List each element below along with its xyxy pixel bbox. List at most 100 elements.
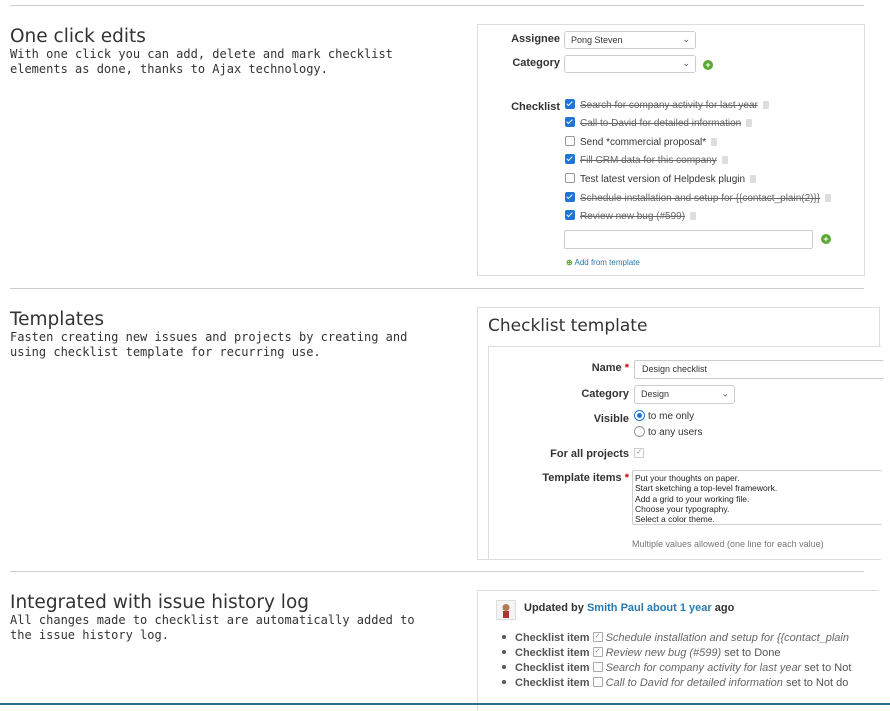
- entry-text: Schedule installation and setup for {{co…: [605, 632, 849, 644]
- checklist-label: Checklist: [511, 101, 560, 113]
- category-value: Design: [641, 389, 670, 399]
- checklist-checkbox[interactable]: [565, 210, 575, 221]
- history-entry: Checklist item Search for company activit…: [502, 662, 851, 674]
- history-entry: Checklist item Call to David for detailed…: [502, 677, 848, 689]
- add-category-icon[interactable]: +: [703, 60, 713, 70]
- trash-icon[interactable]: [746, 119, 753, 128]
- add-item-icon[interactable]: +: [821, 234, 831, 244]
- checklist-checkbox[interactable]: [565, 154, 575, 165]
- bullet: [502, 635, 506, 640]
- checklist-item: Search for company activity for last yea…: [565, 99, 769, 114]
- unchecked-icon: [592, 662, 603, 673]
- assignee-value: Pong Steven: [571, 35, 623, 45]
- template-item-line: Choose your typography.: [635, 503, 730, 514]
- trash-icon[interactable]: [762, 101, 769, 110]
- trash-icon[interactable]: [721, 156, 728, 165]
- required-mark: *: [624, 472, 629, 484]
- radio-unselected[interactable]: [634, 426, 645, 437]
- visible-option-any[interactable]: to any users: [634, 426, 702, 438]
- template-item-line: Add a grid to your working file.: [635, 493, 750, 504]
- all-projects-checkbox[interactable]: ✓: [634, 448, 644, 458]
- template-item-line: Start sketching a top-level framework.: [635, 483, 778, 494]
- all-projects-label: For all projects: [550, 448, 629, 460]
- chevron-down-icon: ⌄: [682, 34, 690, 45]
- category-select[interactable]: ⌄: [564, 55, 696, 73]
- section-desc-history: All changes made to checklist are automa…: [10, 613, 415, 642]
- add-from-template-label: Add from template: [574, 258, 640, 267]
- checklist-item-text: Test latest version of Helpdesk plugin: [580, 174, 746, 185]
- visible-label: Visible: [593, 413, 629, 425]
- section-title-templates: Templates: [10, 309, 105, 330]
- checklist-checkbox[interactable]: [565, 173, 575, 184]
- radio-selected[interactable]: [634, 410, 645, 421]
- entry-suffix: set to Not: [804, 662, 852, 674]
- required-mark: *: [624, 362, 629, 374]
- category-label: Category: [512, 57, 560, 69]
- checklist-item: Fill CRM data for this company: [565, 154, 728, 169]
- divider-top: [10, 5, 864, 6]
- entry-text: Review new bug (#599): [605, 647, 722, 659]
- assignee-select[interactable]: Pong Steven ⌄: [564, 31, 696, 49]
- category-label: Category: [581, 388, 629, 400]
- unchecked-icon: [592, 677, 603, 688]
- checklist-item: Schedule installation and setup for {{co…: [565, 192, 832, 207]
- visible-option-label: to me only: [648, 411, 695, 423]
- history-entry: Checklist item ✓ Schedule installation and…: [502, 632, 849, 644]
- visible-option-me[interactable]: to me only: [634, 410, 695, 423]
- bullet: [502, 680, 506, 685]
- checklist-item-text: Review new bug (#599): [580, 211, 686, 222]
- template-title: Checklist template: [488, 316, 648, 336]
- time-link[interactable]: about 1 year: [647, 602, 712, 614]
- template-item-line: Select a color theme.: [635, 514, 715, 525]
- checklist-checkbox[interactable]: [565, 192, 575, 203]
- name-input[interactable]: Design checklist: [634, 360, 884, 379]
- entry-suffix: set to Not do: [785, 677, 849, 689]
- entry-text: Call to David for detailed information: [605, 677, 783, 689]
- trash-icon[interactable]: [750, 175, 757, 184]
- entry-label: Checklist item: [515, 662, 590, 674]
- template-form: Name * Design checklist Category Design …: [488, 346, 884, 560]
- checklist-item: Call to David for detailed information: [565, 117, 753, 132]
- template-item-line: Put your thoughts on paper.: [635, 473, 740, 483]
- plus-icon: ⊕: [566, 258, 573, 267]
- divider: [10, 571, 864, 572]
- checklist-item-text: Send *commercial proposal*: [580, 137, 707, 148]
- checklist-checkbox[interactable]: [565, 99, 575, 110]
- edit-panel: Assignee Pong Steven ⌄ Category ⌄ + Chec…: [477, 24, 865, 276]
- category-select[interactable]: Design ⌄: [634, 385, 735, 404]
- avatar: [496, 600, 516, 620]
- assignee-label: Assignee: [511, 33, 560, 45]
- chevron-down-icon: ⌄: [682, 58, 690, 69]
- section-desc-templates: Fasten creating new issues and projects …: [10, 330, 408, 359]
- section-desc-edits: With one click you can add, delete and m…: [10, 47, 393, 76]
- checklist-item-text: Search for company activity for last yea…: [580, 100, 758, 111]
- new-checklist-item-input[interactable]: [564, 230, 813, 249]
- history-entry: Checklist item ✓ Review new bug (#599) set…: [502, 647, 781, 659]
- add-from-template-link[interactable]: ⊕ Add from template: [566, 258, 640, 267]
- name-label-text: Name: [591, 362, 622, 374]
- chevron-down-icon: ⌄: [721, 388, 729, 399]
- name-label: Name *: [499, 362, 629, 374]
- entry-suffix: set to Done: [724, 647, 781, 659]
- checklist-item-text: Fill CRM data for this company: [580, 155, 717, 166]
- trash-icon[interactable]: [690, 212, 697, 221]
- checklist-item-text: Call to David for detailed information: [580, 118, 742, 129]
- entry-label: Checklist item: [515, 632, 590, 644]
- template-panel: Checklist template Name * Design checkli…: [477, 307, 884, 560]
- checklist-item: Test latest version of Helpdesk plugin: [565, 173, 757, 188]
- section-title-edits: One click edits: [10, 26, 146, 47]
- updated-by-text: Updated by: [524, 602, 584, 614]
- section-title-history: Integrated with issue history log: [10, 592, 310, 613]
- checked-icon: ✓: [592, 647, 603, 658]
- checklist-checkbox[interactable]: [565, 117, 575, 128]
- template-items-textarea[interactable]: Put your thoughts on paper. Start sketch…: [632, 470, 882, 525]
- checklist-item: Send *commercial proposal*: [565, 136, 718, 151]
- entry-text: Search for company activity for last yea…: [605, 662, 802, 674]
- entry-label: Checklist item: [515, 647, 590, 659]
- checklist-checkbox[interactable]: [565, 136, 575, 147]
- trash-icon[interactable]: [825, 194, 832, 203]
- trash-icon[interactable]: [711, 138, 718, 147]
- template-items-hint: Multiple values allowed (one line for ea…: [632, 539, 824, 549]
- bullet: [502, 650, 506, 655]
- author-link[interactable]: Smith Paul: [587, 602, 644, 614]
